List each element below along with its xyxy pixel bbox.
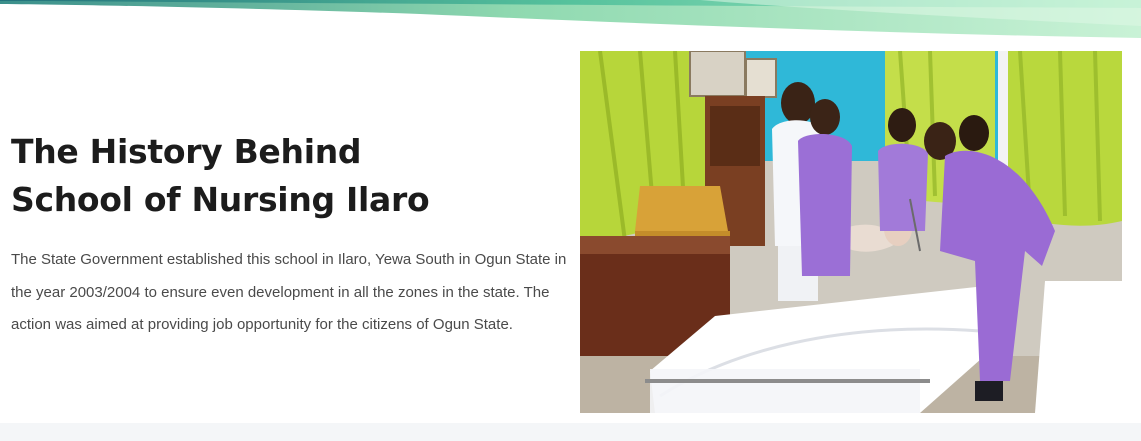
section-heading: The History Behind School of Nursing Ila… — [11, 128, 430, 224]
heading-line-1: The History Behind — [11, 132, 362, 171]
section-bottom-strip — [0, 423, 1141, 441]
section-description: The State Government established this sc… — [11, 251, 567, 333]
history-section: The History Behind School of Nursing Ila… — [0, 40, 1141, 423]
decorative-wave-banner — [0, 0, 1141, 40]
heading-line-2: School of Nursing Ilaro — [11, 180, 430, 219]
nursing-students-photo — [580, 51, 1122, 413]
